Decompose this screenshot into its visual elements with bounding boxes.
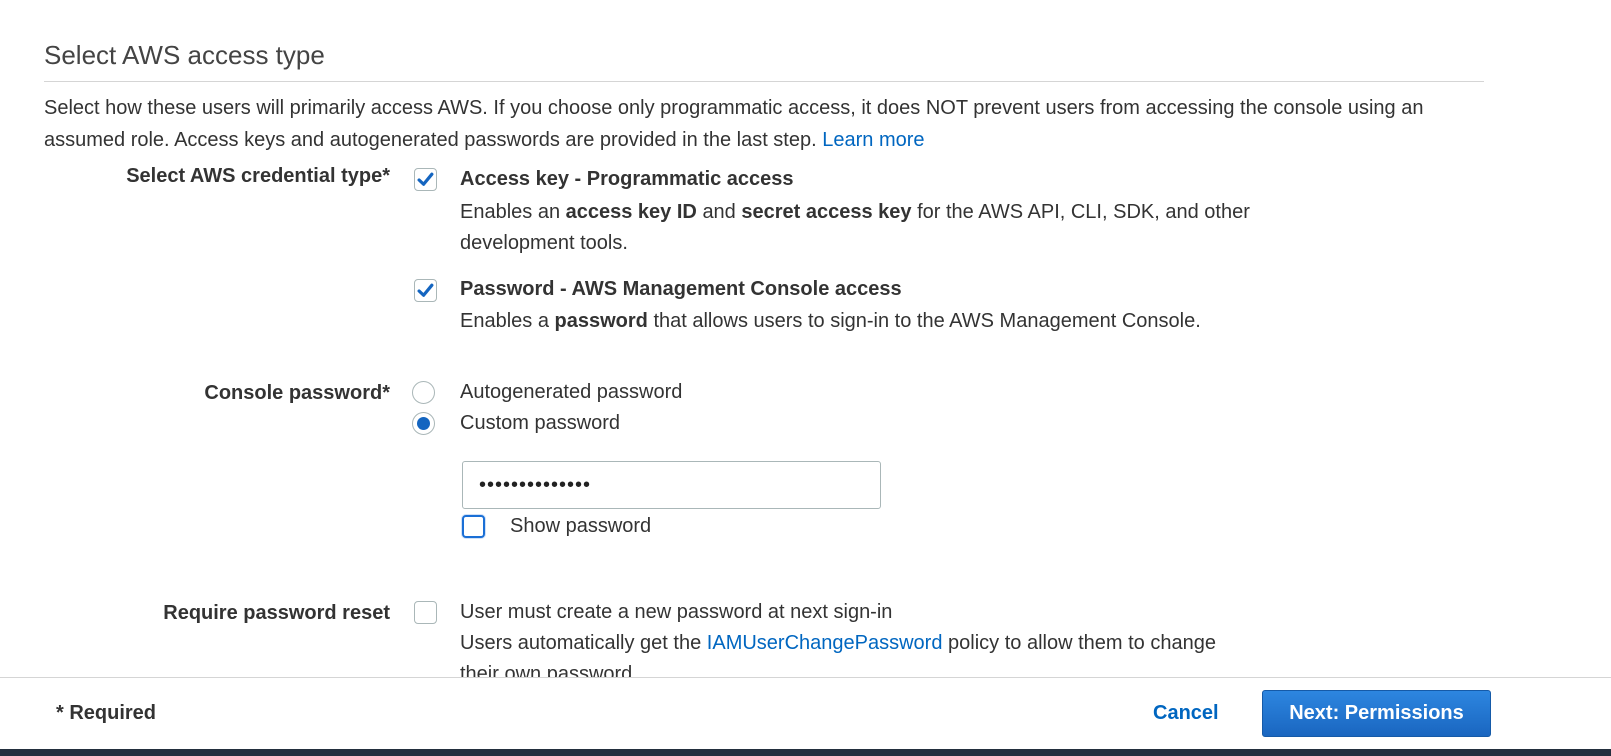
next-permissions-button[interactable]: Next: Permissions bbox=[1262, 690, 1491, 737]
bottom-dark-bar bbox=[0, 749, 1611, 756]
required-note: * Required bbox=[56, 702, 157, 724]
access-key-desc-bold: secret access key bbox=[741, 201, 912, 223]
console-password-label: Console password* bbox=[204, 382, 390, 404]
console-access-desc-part: that allows users to sign-in to the AWS … bbox=[653, 310, 1201, 332]
create-user-page: Select AWS access type Select how these … bbox=[0, 0, 1611, 756]
custom-password-input[interactable]: •••••••••••••• bbox=[462, 461, 881, 509]
console-access-desc-part: Enables a bbox=[460, 310, 549, 332]
show-password-label[interactable]: Show password bbox=[510, 511, 651, 542]
autogenerated-password-label[interactable]: Autogenerated password bbox=[460, 377, 682, 408]
console-access-desc-bold: password bbox=[554, 310, 648, 332]
access-key-description: Enables an access key ID and secret acce… bbox=[460, 197, 1260, 259]
checkmark-icon bbox=[417, 172, 434, 186]
access-key-checkbox[interactable] bbox=[414, 168, 437, 191]
credential-type-label: Select AWS credential type* bbox=[126, 165, 390, 187]
autogenerated-password-radio[interactable] bbox=[412, 381, 435, 404]
cancel-button[interactable]: Cancel bbox=[1153, 702, 1219, 725]
custom-password-radio[interactable] bbox=[412, 412, 435, 435]
access-key-desc-bold: access key ID bbox=[565, 201, 697, 223]
console-access-title: Password - AWS Management Console access bbox=[460, 278, 902, 300]
section-title: Select AWS access type bbox=[44, 40, 325, 70]
footer-bar: * Required Cancel Next: Permissions bbox=[0, 677, 1611, 749]
console-access-checkbox[interactable] bbox=[414, 279, 437, 302]
iam-user-change-password-link[interactable]: IAMUserChangePassword bbox=[707, 632, 943, 654]
access-key-title: Access key - Programmatic access bbox=[460, 168, 794, 190]
description-text: Select how these users will primarily ac… bbox=[44, 97, 1424, 151]
password-reset-checkbox[interactable] bbox=[414, 601, 437, 624]
password-reset-label: Require password reset bbox=[163, 602, 390, 624]
access-key-desc-part: and bbox=[702, 201, 736, 223]
access-key-desc-part: Enables an bbox=[460, 201, 561, 223]
show-password-checkbox[interactable] bbox=[462, 515, 485, 538]
checkmark-icon bbox=[417, 283, 434, 297]
password-reset-title: User must create a new password at next … bbox=[460, 601, 893, 623]
radio-selected-dot bbox=[417, 417, 430, 430]
section-description: Select how these users will primarily ac… bbox=[44, 92, 1484, 156]
section-divider bbox=[44, 81, 1484, 82]
custom-password-label[interactable]: Custom password bbox=[460, 408, 620, 439]
learn-more-link[interactable]: Learn more bbox=[822, 129, 924, 151]
password-reset-desc-part: Users automatically get the bbox=[460, 632, 702, 654]
console-access-description: Enables a password that allows users to … bbox=[460, 306, 1280, 337]
